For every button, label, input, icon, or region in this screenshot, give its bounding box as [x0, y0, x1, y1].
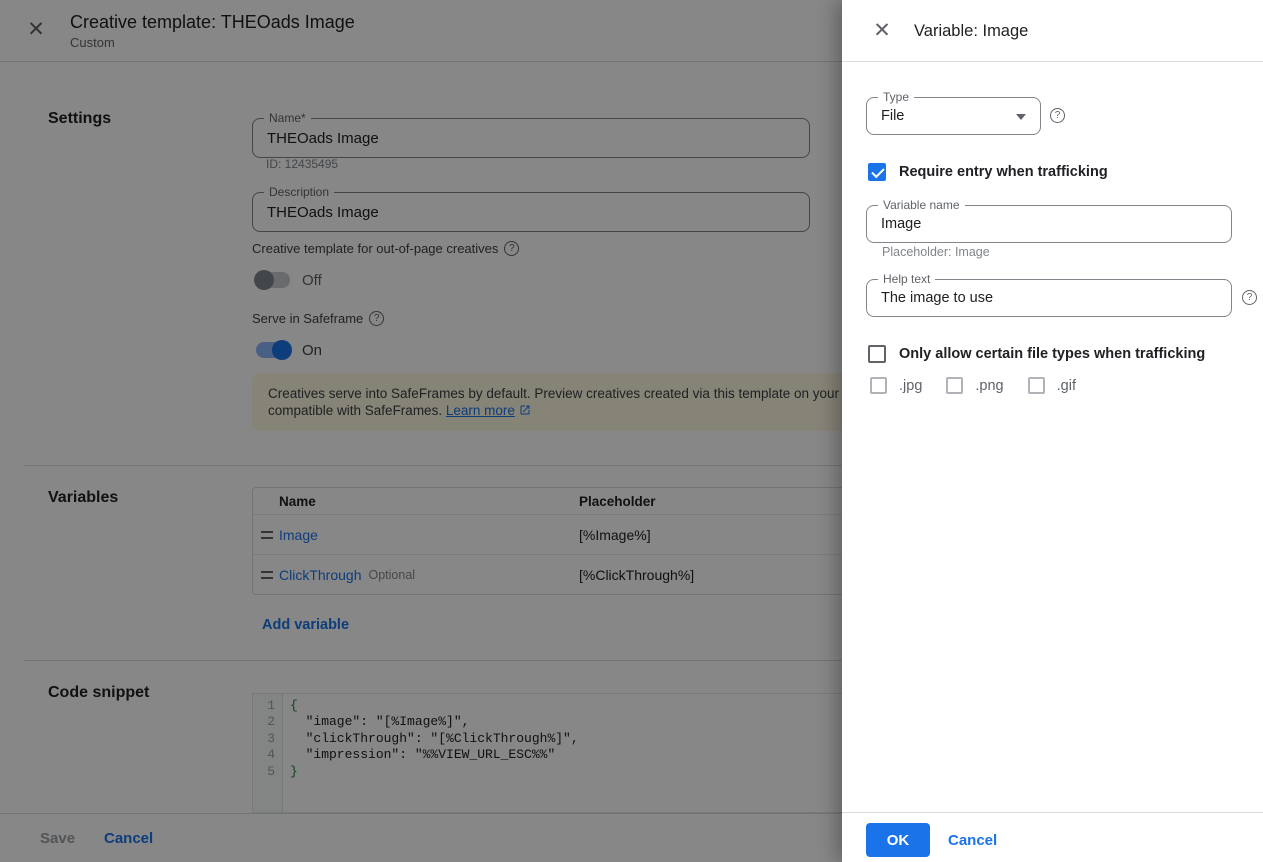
placeholder-helper: Placeholder: Image [882, 245, 990, 259]
help-icon[interactable]: ? [1242, 290, 1257, 305]
panel-footer-bar: OK Cancel [842, 812, 1263, 862]
only-allow-file-types-label: Only allow certain file types when traff… [899, 346, 1205, 362]
file-types-toggle-row: Only allow certain file types when traff… [868, 345, 1205, 363]
require-entry-label: Require entry when trafficking [899, 164, 1108, 180]
only-allow-file-types-checkbox[interactable] [868, 345, 886, 363]
png-checkbox[interactable] [946, 377, 963, 394]
gif-label: .gif [1057, 378, 1076, 394]
chevron-down-icon[interactable] [1016, 114, 1026, 120]
file-types-options-row: .jpg .png .gif [870, 377, 1076, 394]
ok-button[interactable]: OK [866, 823, 930, 857]
panel-cancel-button[interactable]: Cancel [948, 813, 997, 862]
variable-panel: ✕ Variable: Image Type File ? Require en… [842, 0, 1263, 862]
panel-header: ✕ Variable: Image [842, 0, 1263, 62]
variable-name-field[interactable]: Variable name [866, 205, 1232, 243]
variable-name-field-label: Variable name [878, 198, 965, 212]
screen: ✕ Creative template: THEOads Image Custo… [0, 0, 1263, 862]
type-select-label: Type [878, 90, 914, 104]
jpg-checkbox[interactable] [870, 377, 887, 394]
require-entry-checkbox[interactable] [868, 163, 886, 181]
jpg-label: .jpg [899, 378, 922, 394]
panel-close-icon[interactable]: ✕ [870, 19, 894, 43]
gif-checkbox[interactable] [1028, 377, 1045, 394]
type-select[interactable]: Type File [866, 97, 1041, 135]
help-text-field-label: Help text [878, 272, 935, 286]
require-entry-row: Require entry when trafficking [868, 163, 1108, 181]
modal-scrim[interactable] [0, 0, 842, 862]
help-icon[interactable]: ? [1050, 108, 1065, 123]
png-label: .png [975, 378, 1003, 394]
help-text-field[interactable]: Help text [866, 279, 1232, 317]
panel-title: Variable: Image [914, 0, 1028, 62]
